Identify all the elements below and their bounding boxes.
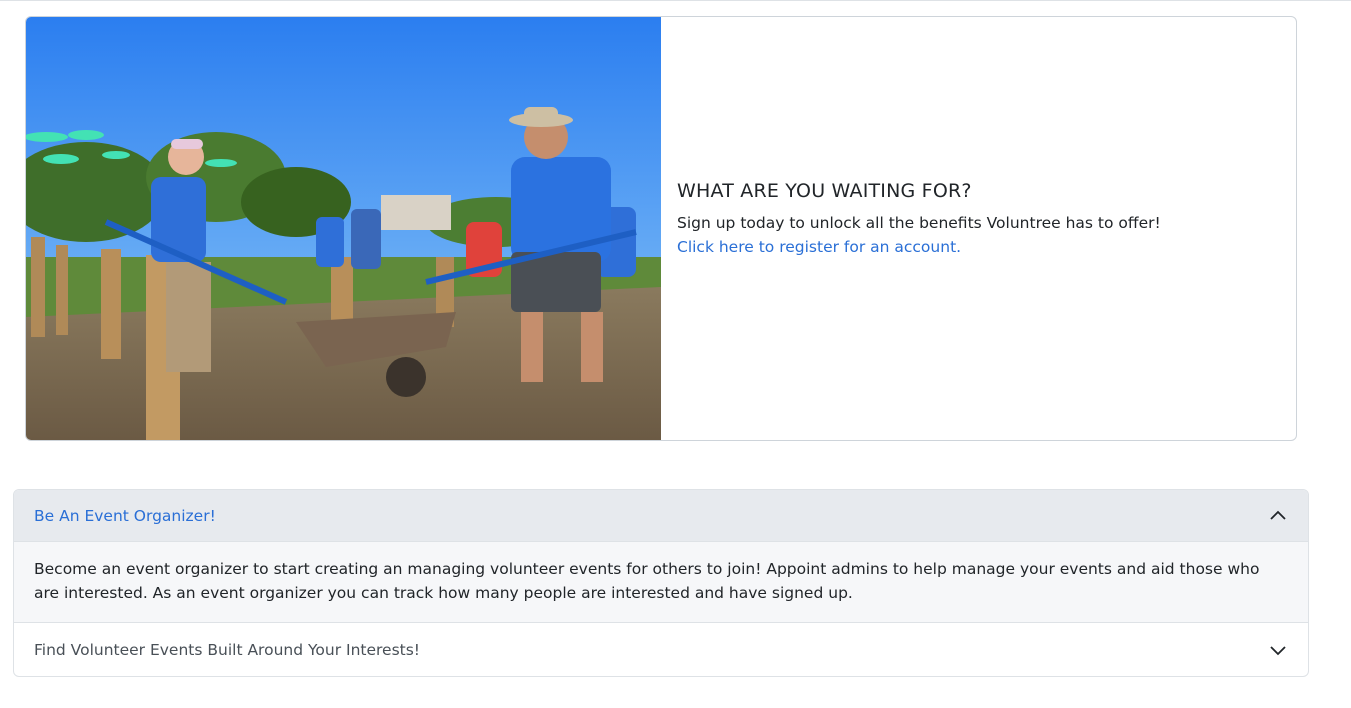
signup-title: WHAT ARE YOU WAITING FOR? [677, 180, 972, 202]
chevron-up-icon [1268, 506, 1288, 526]
accordion-title: Find Volunteer Events Built Around Your … [34, 640, 421, 659]
signup-card-body: WHAT ARE YOU WAITING FOR? Sign up today … [661, 17, 1296, 440]
accordion-body-event-organizer: Become an event organizer to start creat… [14, 542, 1308, 623]
accordion-header-event-organizer[interactable]: Be An Event Organizer! [14, 490, 1308, 542]
accordion-title: Be An Event Organizer! [34, 506, 216, 525]
signup-card: WHAT ARE YOU WAITING FOR? Sign up today … [25, 16, 1297, 441]
volunteers-photo [26, 17, 661, 440]
top-divider [0, 0, 1351, 1]
accordion-header-find-events[interactable]: Find Volunteer Events Built Around Your … [14, 623, 1308, 676]
chevron-down-icon [1268, 640, 1288, 660]
features-accordion: Be An Event Organizer! Become an event o… [13, 489, 1309, 677]
register-link[interactable]: Click here to register for an account. [677, 235, 1296, 259]
signup-text: Sign up today to unlock all the benefits… [677, 214, 1161, 232]
